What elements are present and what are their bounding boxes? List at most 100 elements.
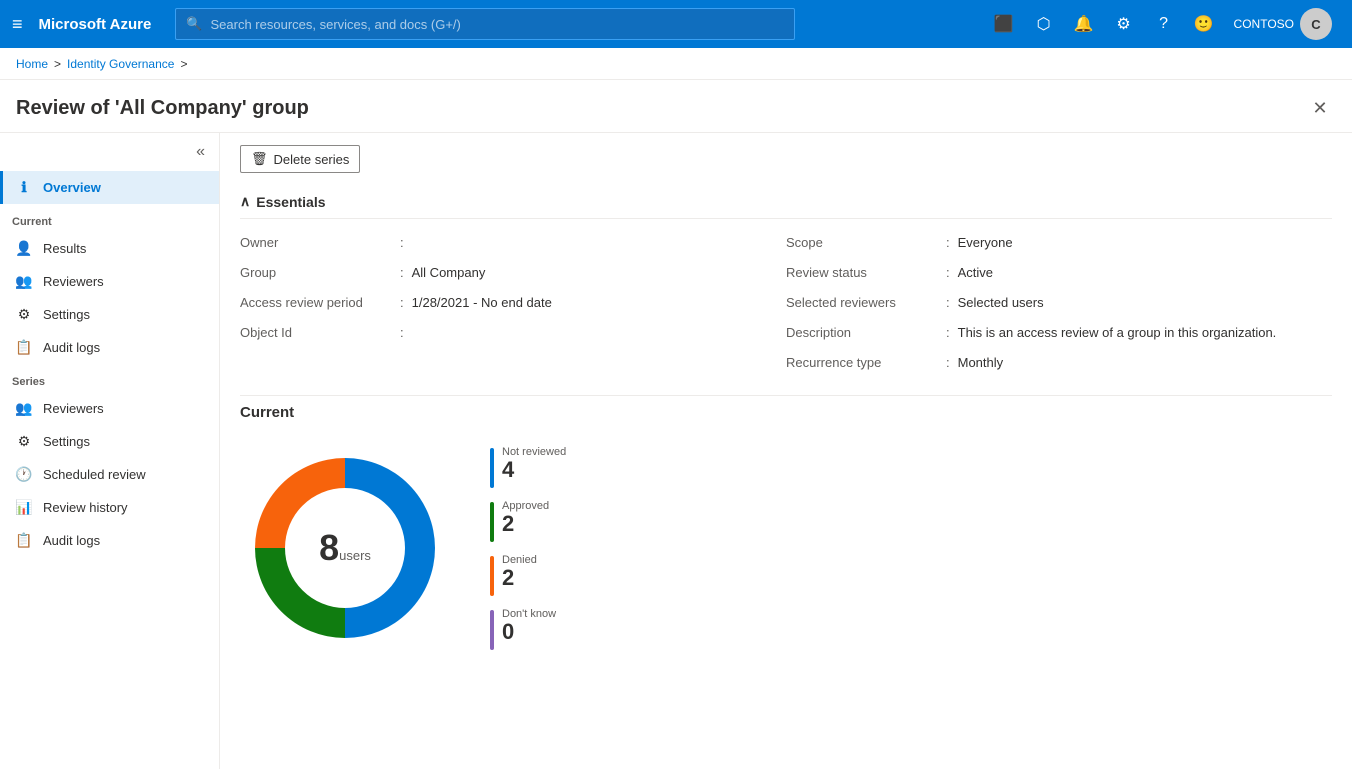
essentials-recurrence-value: Monthly (958, 355, 1004, 370)
breadcrumb-sep-2: > (180, 57, 187, 71)
sidebar-item-reviewers-current-label: Reviewers (43, 274, 104, 289)
essentials-status-value: Active (958, 265, 993, 280)
chart-icon: 📊 (15, 499, 33, 516)
search-bar[interactable]: 🔍 (175, 8, 795, 40)
people-icon: 👥 (15, 273, 33, 290)
clock-icon: 🕐 (15, 466, 33, 483)
sidebar-current-section: Current (0, 204, 219, 232)
legend-bar-dont-know (490, 610, 494, 650)
legend-bar-not-reviewed (490, 448, 494, 488)
essentials-left-col: Owner : Group : All Company Access revie… (240, 231, 786, 379)
legend-value-denied: 2 (502, 566, 537, 590)
essentials-header[interactable]: ∧ Essentials (240, 185, 1332, 219)
delete-icon: 🗑 (251, 151, 268, 167)
sidebar-item-review-history[interactable]: 📊 Review history (0, 491, 219, 524)
delete-series-button[interactable]: 🗑 Delete series (240, 145, 360, 173)
essentials-description-label: Description (786, 325, 946, 340)
essentials-title: Essentials (256, 194, 325, 210)
sidebar-series-section: Series (0, 364, 219, 392)
sidebar-item-reviewers-series[interactable]: 👥 Reviewers (0, 392, 219, 425)
directory-icon[interactable]: ⬡ (1026, 6, 1062, 42)
sidebar-item-settings-current[interactable]: ⚙ Settings (0, 298, 219, 331)
delete-series-label: Delete series (274, 152, 350, 167)
essentials-period-value: 1/28/2021 - No end date (412, 295, 552, 310)
essentials-group-sep: : (400, 265, 404, 280)
gear-series-icon: ⚙ (15, 433, 33, 450)
sidebar: « ℹ Overview Current 👤 Results 👥 Reviewe… (0, 133, 220, 769)
sidebar-item-scheduled-review[interactable]: 🕐 Scheduled review (0, 458, 219, 491)
sidebar-item-review-history-label: Review history (43, 500, 128, 515)
essentials-description-sep: : (946, 325, 950, 340)
sidebar-item-audit-logs-series[interactable]: 📋 Audit logs (0, 524, 219, 557)
sidebar-item-audit-logs-current[interactable]: 📋 Audit logs (0, 331, 219, 364)
sidebar-item-reviewers-current[interactable]: 👥 Reviewers (0, 265, 219, 298)
legend-value-not-reviewed: 4 (502, 458, 566, 482)
essentials-objectid-row: Object Id : (240, 321, 786, 349)
legend-bar-approved (490, 502, 494, 542)
sidebar-item-settings-current-label: Settings (43, 307, 90, 322)
topnav-icons: ⬛ ⬡ 🔔 ⚙ ? 🙂 CONTOSO C (986, 6, 1340, 42)
donut-label: 8users (319, 527, 371, 569)
user-menu[interactable]: CONTOSO C (1226, 8, 1340, 40)
search-input[interactable] (211, 17, 785, 32)
essentials-status-row: Review status : Active (786, 261, 1332, 289)
essentials-objectid-label: Object Id (240, 325, 400, 340)
settings-icon[interactable]: ⚙ (1106, 6, 1142, 42)
legend-item-dont-know: Don't know 0 (490, 608, 566, 650)
sidebar-item-results-label: Results (43, 241, 86, 256)
people-series-icon: 👥 (15, 400, 33, 417)
cloud-shell-icon[interactable]: ⬛ (986, 6, 1022, 42)
essentials-group-label: Group (240, 265, 400, 280)
essentials-reviewers-label: Selected reviewers (786, 295, 946, 310)
essentials-right-col: Scope : Everyone Review status : Active … (786, 231, 1332, 379)
essentials-description-value: This is an access review of a group in t… (958, 325, 1277, 340)
essentials-scope-row: Scope : Everyone (786, 231, 1332, 259)
content-area: 🗑 Delete series ∧ Essentials Owner : Gro… (220, 133, 1352, 769)
essentials-group-row: Group : All Company (240, 261, 786, 289)
essentials-group-value: All Company (412, 265, 486, 280)
legend-content-dont-know: Don't know 0 (502, 608, 556, 644)
essentials-scope-sep: : (946, 235, 950, 250)
avatar: C (1300, 8, 1332, 40)
sidebar-item-audit-logs-current-label: Audit logs (43, 340, 100, 355)
breadcrumb-sep-1: > (54, 57, 61, 71)
donut-chart: 8users (240, 443, 450, 653)
essentials-description-row: Description : This is an access review o… (786, 321, 1332, 349)
sidebar-item-settings-series[interactable]: ⚙ Settings (0, 425, 219, 458)
sidebar-item-audit-logs-series-label: Audit logs (43, 533, 100, 548)
breadcrumb-identity-governance[interactable]: Identity Governance (67, 57, 174, 71)
essentials-period-label: Access review period (240, 295, 400, 310)
feedback-icon[interactable]: 🙂 (1186, 6, 1222, 42)
essentials-scope-value: Everyone (958, 235, 1013, 250)
sidebar-item-settings-series-label: Settings (43, 434, 90, 449)
close-button[interactable]: ✕ (1304, 92, 1336, 124)
essentials-period-sep: : (400, 295, 404, 310)
legend-content-denied: Denied 2 (502, 554, 537, 590)
hamburger-menu-icon[interactable]: ≡ (12, 14, 23, 35)
notifications-icon[interactable]: 🔔 (1066, 6, 1102, 42)
essentials-period-row: Access review period : 1/28/2021 - No en… (240, 291, 786, 319)
legend-content-approved: Approved 2 (502, 500, 549, 536)
gear-icon: ⚙ (15, 306, 33, 323)
donut-users-label: users (339, 548, 371, 563)
help-icon[interactable]: ? (1146, 6, 1182, 42)
clipboard-icon: 📋 (15, 339, 33, 356)
essentials-reviewers-row: Selected reviewers : Selected users (786, 291, 1332, 319)
donut-total: 8 (319, 527, 339, 568)
legend-item-not-reviewed: Not reviewed 4 (490, 446, 566, 488)
sidebar-item-overview[interactable]: ℹ Overview (0, 171, 219, 204)
sidebar-item-scheduled-review-label: Scheduled review (43, 467, 146, 482)
sidebar-item-reviewers-series-label: Reviewers (43, 401, 104, 416)
user-name: CONTOSO (1234, 17, 1294, 31)
page-header: Review of 'All Company' group ✕ (0, 80, 1352, 133)
essentials-owner-sep: : (400, 235, 404, 250)
sidebar-collapse-button[interactable]: « (190, 141, 211, 163)
info-icon: ℹ (15, 179, 33, 196)
page-title: Review of 'All Company' group (16, 97, 309, 120)
sidebar-item-overview-label: Overview (43, 180, 101, 195)
legend-content-not-reviewed: Not reviewed 4 (502, 446, 566, 482)
breadcrumb: Home > Identity Governance > (0, 48, 1352, 80)
breadcrumb-home[interactable]: Home (16, 57, 48, 71)
sidebar-item-results[interactable]: 👤 Results (0, 232, 219, 265)
search-icon: 🔍 (186, 16, 202, 32)
